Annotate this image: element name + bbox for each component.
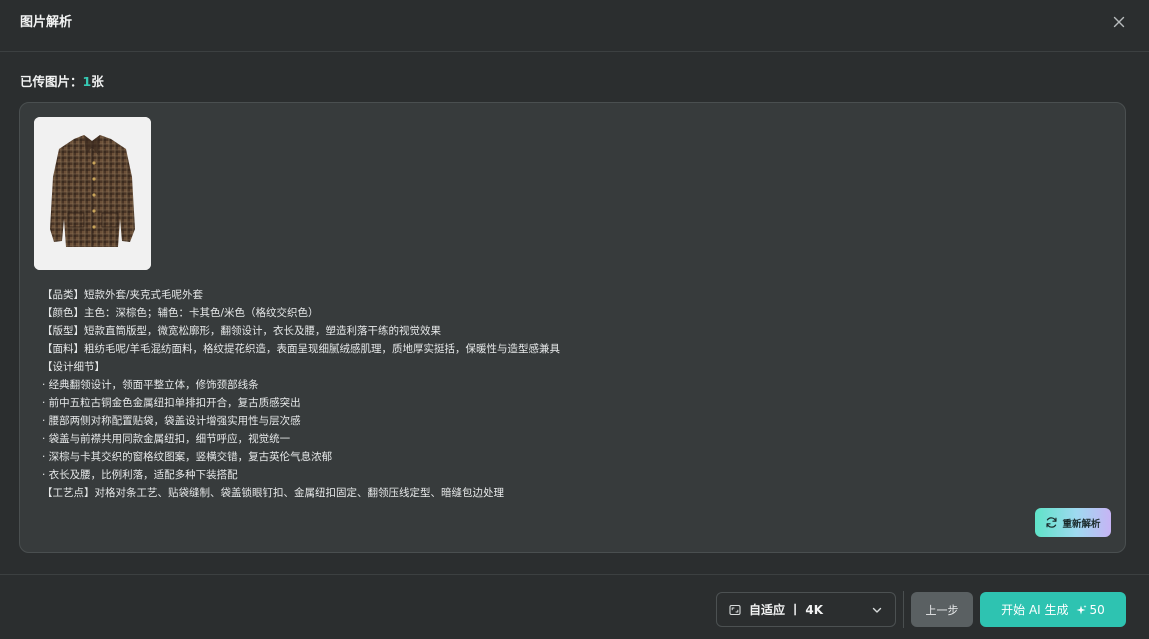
analysis-line: · 前中五粒古铜金色金属纽扣单排扣开合，复古质感突出 [42,397,301,409]
analysis-text: 【品类】短款外套/夹克式毛呢外套 【颜色】主色：深棕色；辅色：卡其色/米色（格纹… [42,286,1102,502]
uploaded-count-value: 1 [82,74,92,89]
refresh-icon [1046,517,1058,528]
analysis-line: 【设计细节】 [42,361,105,373]
generate-cost: 50 [1075,603,1105,617]
generate-cost-value: 50 [1089,602,1105,617]
generate-label: 开始 AI 生成 [1001,603,1069,617]
uploaded-count: 已传图片：1张 [20,73,104,91]
analysis-line: 【品类】短款外套/夹克式毛呢外套 [42,289,204,301]
reparse-label: 重新解析 [1062,518,1101,530]
chevron-down-icon [872,607,882,613]
analysis-line: 【工艺点】对格对条工艺、贴袋缝制、袋盖锁眼钉扣、金属纽扣固定、翻领压线定型、暗缝… [42,487,504,499]
analysis-line: · 腰部两侧对称配置贴袋，袋盖设计增强实用性与层次感 [42,415,301,427]
close-icon [1113,16,1125,28]
dialog-title: 图片解析 [20,15,73,30]
uploaded-label: 已传图片： [20,74,83,89]
analysis-line: · 袋盖与前襟共用同款金属纽扣，细节呼应，视觉统一 [42,433,291,445]
sparkle-icon [1076,604,1087,614]
analysis-line: 【面料】粗纺毛呢/羊毛混纺面料，格纹提花织造，表面呈现细腻绒感肌理，质地厚实挺括… [42,343,561,355]
analysis-line: · 深棕与卡其交织的窗格纹图案，竖横交错，复古英伦气息浓郁 [42,451,333,463]
jacket-image [34,117,151,270]
dialog-footer: 自适应 丨 4K 上一步 开始 AI 生成 50 [0,574,1149,639]
uploaded-image-thumbnail[interactable] [34,117,151,270]
dialog-header: 图片解析 [0,0,1149,52]
analysis-line: · 经典翻领设计，领面平整立体，修饰颈部线条 [42,379,259,391]
ratio-select-value: 自适应 丨 4K [749,603,824,617]
analysis-panel: 【品类】短款外套/夹克式毛呢外套 【颜色】主色：深棕色；辅色：卡其色/米色（格纹… [19,102,1126,553]
reparse-button[interactable]: 重新解析 [1035,508,1111,537]
analysis-line: · 衣长及腰，比例利落，适配多种下装搭配 [42,469,238,481]
aspect-ratio-icon [729,604,741,615]
start-ai-generation-button[interactable]: 开始 AI 生成 50 [980,592,1126,627]
footer-divider [903,591,904,628]
ratio-resolution-select[interactable]: 自适应 丨 4K [716,592,896,627]
close-button[interactable] [1110,13,1128,31]
analysis-line: 【版型】短款直筒版型，微宽松廓形，翻领设计，衣长及腰，塑造利落干练的视觉效果 [42,325,441,337]
image-analysis-dialog: 图片解析 已传图片：1张 【品类】短款外套/夹克式毛呢外套 【颜色】主色：深棕色… [0,0,1149,639]
analysis-line: 【颜色】主色：深棕色；辅色：卡其色/米色（格纹交织色） [42,307,319,319]
uploaded-unit: 张 [91,74,104,89]
previous-step-button[interactable]: 上一步 [911,592,973,627]
